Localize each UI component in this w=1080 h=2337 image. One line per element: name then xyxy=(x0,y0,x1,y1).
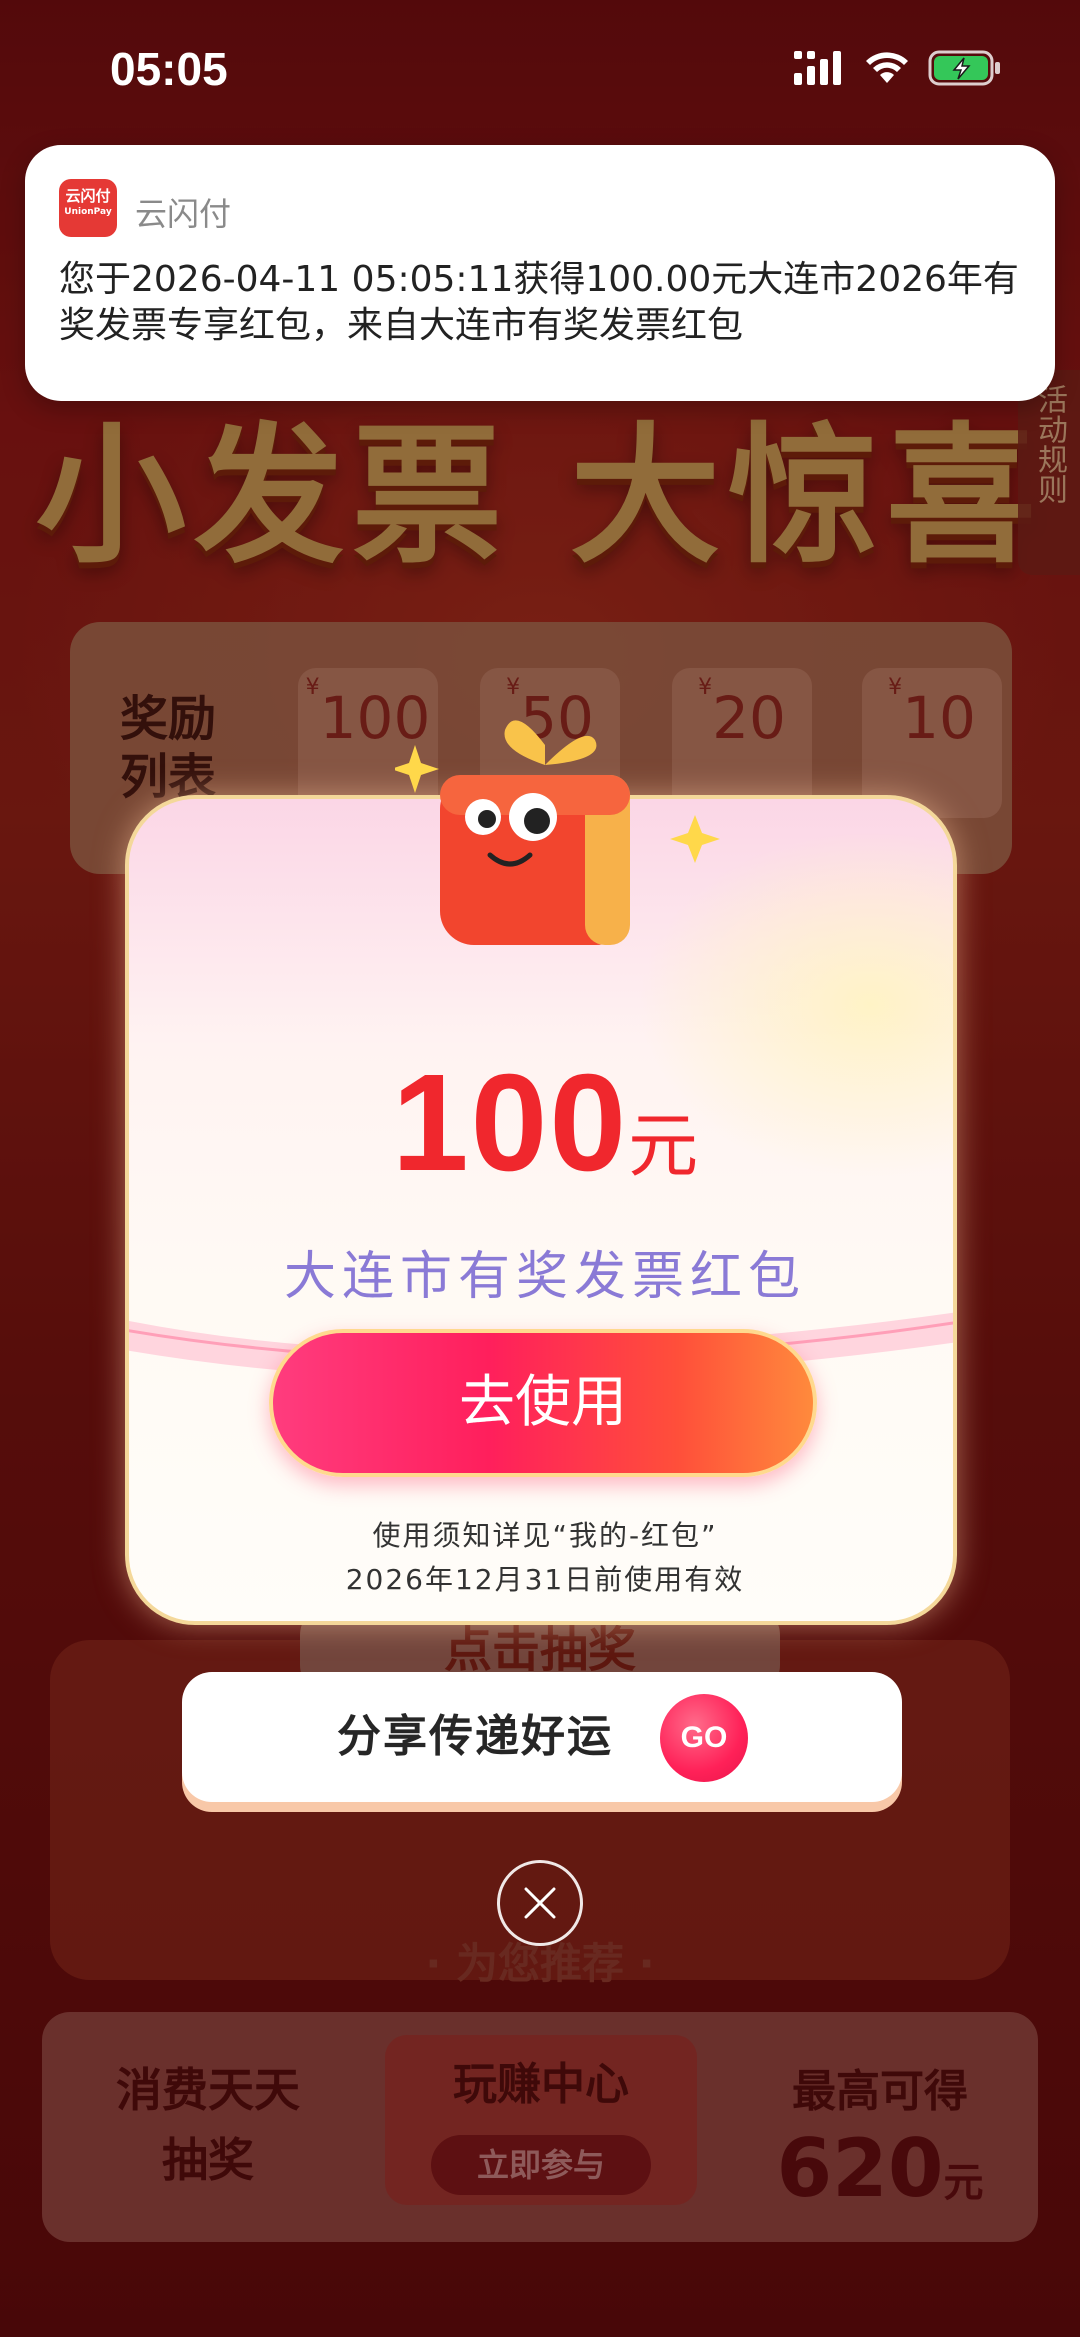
notification-app-name: 云闪付 xyxy=(135,195,232,233)
reward-amount-value: 100 xyxy=(391,1046,629,1200)
close-icon xyxy=(524,1887,556,1919)
status-icons xyxy=(794,50,1002,86)
wifi-icon xyxy=(866,52,908,83)
reward-amount-unit: 元 xyxy=(628,1107,699,1185)
signal-icon xyxy=(794,51,841,85)
reward-amount: 100元 xyxy=(129,1044,953,1203)
share-label: 分享传递好运 xyxy=(337,1711,613,1762)
use-now-button[interactable]: 去使用 xyxy=(269,1329,817,1477)
push-notification[interactable]: 云闪付 UnionPay 云闪付 您于2026-04-11 05:05:11获得… xyxy=(25,145,1055,401)
share-go-button[interactable]: GO xyxy=(660,1694,748,1782)
notification-message: 您于2026-04-11 05:05:11获得100.00元大连市2026年有奖… xyxy=(59,259,1019,346)
close-modal-button[interactable] xyxy=(497,1860,583,1946)
gift-box-mascot-icon xyxy=(395,720,720,945)
coupon-name: 大连市有奖发票红包 xyxy=(283,1247,806,1307)
status-time: 05:05 xyxy=(110,43,228,95)
usage-notice: 使用须知详见“我的-红包” 2026年12月31日前使用有效 xyxy=(129,1514,953,1602)
usage-notice-line2: 2026年12月31日前使用有效 xyxy=(345,1563,745,1596)
battery-icon xyxy=(928,50,1000,86)
share-luck-bar[interactable]: 分享传递好运 GO xyxy=(182,1672,902,1802)
unionpay-app-icon: 云闪付 UnionPay xyxy=(59,179,117,237)
usage-notice-line1: 使用须知详见“我的-红包” xyxy=(372,1519,718,1552)
